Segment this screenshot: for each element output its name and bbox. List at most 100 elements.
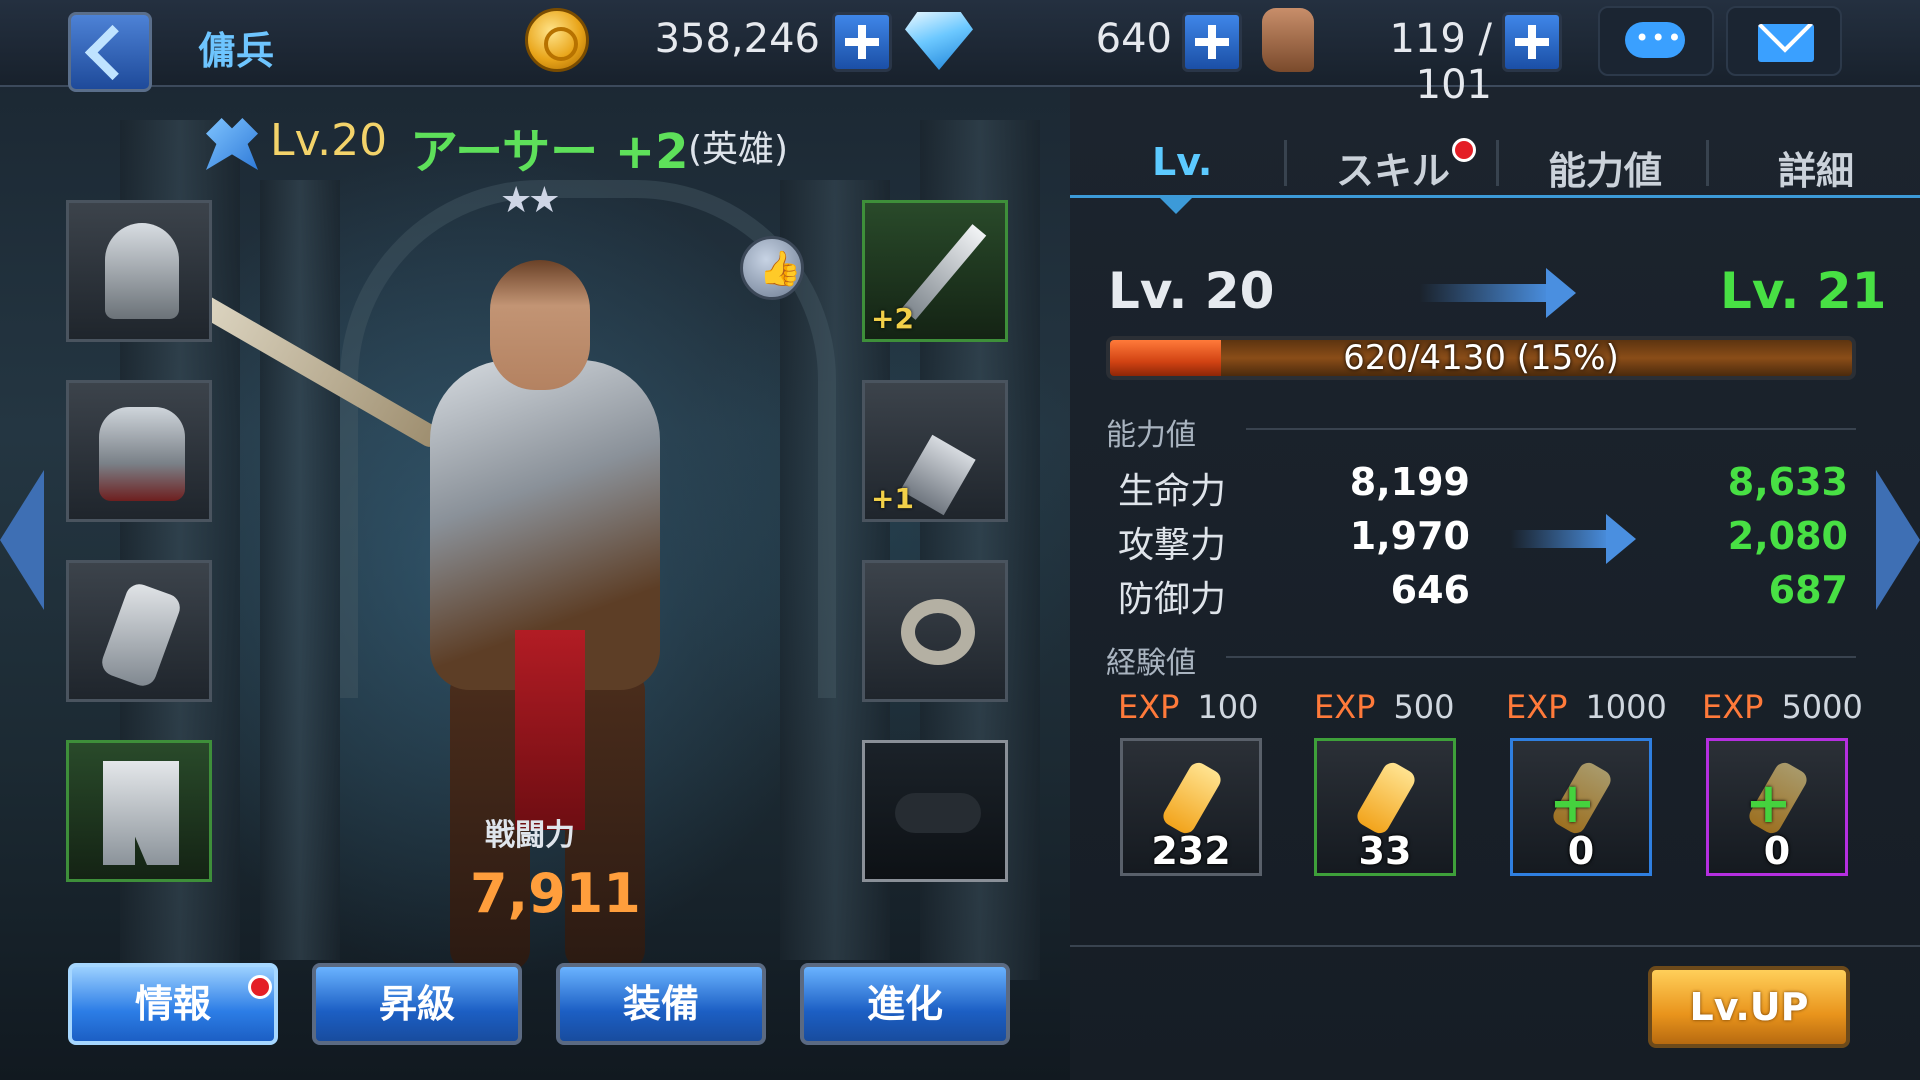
promote-tab-button[interactable]: 昇級 [312,963,522,1045]
ring-icon [901,599,975,665]
exp-potion-500[interactable]: 33 [1314,738,1456,876]
tab-divider [1284,140,1287,186]
tab-detail[interactable]: 詳細 [1778,140,1854,195]
exp-potion-5000-header: EXP 5000 [1702,688,1863,726]
gold-coin-icon [525,8,589,72]
mask-icon [895,793,981,833]
add-stamina-button[interactable] [1502,12,1562,72]
tab-divider [1706,140,1709,186]
top-bar: 傭兵 358,246 640 119 / 101 [0,0,1920,108]
evolve-tab-label: 進化 [866,982,943,1026]
next-hero-arrow[interactable] [1876,470,1920,610]
exp-value: 500 [1393,688,1455,726]
combat-power-value: 7,911 [470,862,641,925]
exp-potion-1000[interactable]: + 0 [1510,738,1652,876]
stat-arrow-icon [1510,514,1636,564]
panel-divider [1070,945,1920,947]
potion-bottle-icon [1353,759,1419,837]
add-plus-icon: + [1549,771,1596,836]
hero-level: Lv.20 [270,115,388,166]
stat-attack-label: 攻撃力 [1118,525,1227,566]
mail-button[interactable] [1726,6,1842,76]
helmet-icon [105,223,179,319]
back-arrow-icon [84,24,141,81]
info-tab-label: 情報 [134,982,211,1026]
hero-stars: ★★ [500,180,561,221]
exp-potion-5000[interactable]: + 0 [1706,738,1848,876]
stat-defense-current: 646 [1390,568,1470,612]
tab-skill[interactable]: スキル [1336,140,1450,195]
gem-icon [905,12,973,70]
equip-slot-ring[interactable] [862,560,1008,702]
hero-head [490,260,590,390]
exp-key: EXP [1702,688,1764,726]
equip-slot-helmet[interactable] [66,200,212,342]
prev-hero-arrow[interactable] [0,470,44,610]
equip-slot-gauntlet[interactable] [66,560,212,702]
exp-progress-bar: 620/4130 (15%) [1106,336,1856,380]
level-arrow-icon [1420,268,1576,318]
weapon-enhance-level: +2 [871,302,914,335]
chat-button[interactable] [1598,6,1714,76]
necklace-enhance-level: +1 [871,482,914,515]
exp-key: EXP [1118,688,1180,726]
like-button[interactable]: 👍 [740,236,804,300]
exp-progress-text: 620/4130 (15%) [1343,338,1619,378]
level-up-button[interactable]: Lv.UP [1648,966,1850,1048]
add-gems-button[interactable] [1182,12,1242,72]
section-divider [1226,656,1856,658]
greaves-icon [103,761,179,865]
hero-name: アーサー +2 [410,124,689,180]
stat-attack-next: 2,080 [1727,514,1848,558]
hero-rank: (英雄) [688,129,789,170]
chat-icon [1625,22,1685,58]
equip-slot-greaves[interactable] [66,740,212,882]
exp-value: 1000 [1585,688,1667,726]
promote-tab-label: 昇級 [378,982,455,1026]
stamina-boot-icon [1262,8,1314,72]
equip-slot-armor[interactable] [66,380,212,522]
exp-key: EXP [1314,688,1376,726]
section-divider [1246,428,1856,430]
sword-icon [901,224,987,320]
active-tab-caret [1160,198,1192,214]
info-tab-button[interactable]: 情報 [68,963,278,1045]
mail-icon [1758,24,1814,62]
equip-tab-label: 装備 [622,982,699,1026]
exp-potion-1000-header: EXP 1000 [1506,688,1667,726]
tab-ability[interactable]: 能力値 [1548,140,1662,195]
exp-value: 5000 [1781,688,1863,726]
exp-key: EXP [1506,688,1568,726]
potion-count: 0 [1567,829,1595,873]
stats-section-label: 能力値 [1106,418,1196,453]
armor-icon [99,407,185,501]
potion-count: 232 [1151,829,1231,873]
equip-tab-button[interactable]: 装備 [556,963,766,1045]
equip-slot-mask[interactable] [862,740,1008,882]
hero-tabard [515,630,585,830]
scene-pillar [260,180,340,960]
gem-amount: 640 [1095,16,1172,62]
equip-slot-necklace[interactable]: +1 [862,380,1008,522]
stat-defense-next: 687 [1768,568,1848,612]
tab-underline [1070,195,1920,198]
skill-notification-dot [1452,138,1476,162]
current-level: Lv. 20 [1108,262,1275,320]
equip-slot-weapon[interactable]: +2 [862,200,1008,342]
stat-hp-label: 生命力 [1118,471,1227,512]
potion-bottle-icon [1159,759,1225,837]
tab-lv[interactable]: Lv. [1152,140,1212,184]
evolve-tab-button[interactable]: 進化 [800,963,1010,1045]
tab-divider [1496,140,1499,186]
gold-amount: 358,246 [654,16,820,62]
add-gold-button[interactable] [832,12,892,72]
exp-potion-500-header: EXP 500 [1314,688,1455,726]
combat-power-label: 戦闘力 [485,818,575,853]
back-button[interactable] [68,12,152,92]
stat-hp-current: 8,199 [1349,460,1470,504]
stat-defense-label: 防御力 [1118,579,1227,620]
next-level: Lv. 21 [1720,262,1887,320]
info-notification-dot [248,975,272,999]
page-title: 傭兵 [198,29,275,73]
exp-potion-100[interactable]: 232 [1120,738,1262,876]
